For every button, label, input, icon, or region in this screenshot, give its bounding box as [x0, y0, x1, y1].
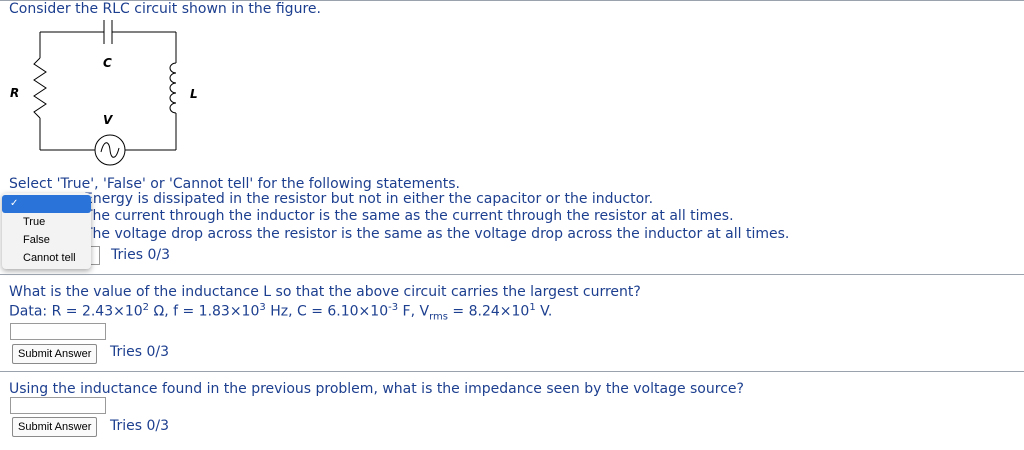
answer-dropdown-menu[interactable]: ✓ True False Cannot tell	[2, 193, 91, 269]
q2-data-c: Hz, C = 6.10×10	[265, 303, 389, 320]
dropdown-option-false-label: False	[23, 234, 50, 246]
q3-question: Using the inductance found in the previo…	[9, 381, 744, 397]
statement-2: The current through the inductor is the …	[84, 208, 734, 224]
q2-c-exponent: -3	[388, 302, 399, 313]
inductor-label: L	[190, 87, 198, 101]
q2-data-v: F, V	[398, 303, 430, 320]
q2-tries-counter: Tries 0/3	[110, 344, 170, 360]
dropdown-option-false[interactable]: False	[2, 231, 91, 249]
statement-3: The voltage drop across the resistor is …	[84, 226, 790, 242]
q3-tries-counter: Tries 0/3	[110, 418, 170, 434]
q2-submit-button[interactable]: Submit Answer	[12, 344, 98, 364]
q2-question: What is the value of the inductance L so…	[9, 284, 641, 300]
dropdown-option-true-label: True	[23, 216, 46, 228]
voltage-label: V	[103, 113, 113, 127]
q2-data-vunit: V.	[535, 303, 553, 320]
section-divider-1	[0, 274, 1024, 275]
capacitor-label: C	[103, 56, 112, 70]
dropdown-selected-blank-option[interactable]: ✓	[2, 195, 91, 213]
tries-counter-1: Tries 0/3	[111, 247, 171, 263]
dropdown-option-true[interactable]: True	[2, 213, 91, 231]
q2-answer-input[interactable]	[10, 323, 106, 340]
resistor-label: R	[10, 86, 20, 100]
section-divider-2	[0, 371, 1024, 372]
q3-answer-input[interactable]	[10, 397, 106, 414]
q2-data-vval: = 8.24×10	[447, 303, 530, 320]
intro-text: Consider the RLC circuit shown in the fi…	[9, 1, 321, 17]
q2-data-r: Data: R = 2.43×10	[9, 303, 143, 320]
rlc-circuit-diagram	[33, 20, 177, 166]
q2-data-f: Ω, f = 1.83×10	[149, 303, 260, 320]
q2-v-subscript: rms	[429, 311, 448, 323]
statement-1: Energy is dissipated in the resistor but…	[84, 191, 654, 207]
check-icon: ✓	[10, 198, 19, 209]
q3-submit-button[interactable]: Submit Answer	[12, 417, 98, 437]
dropdown-option-cannot-tell[interactable]: Cannot tell	[2, 249, 91, 267]
select-prompt: Select 'True', 'False' or 'Cannot tell' …	[9, 176, 461, 192]
dropdown-option-cannot-tell-label: Cannot tell	[23, 252, 76, 264]
q2-data-line: Data: R = 2.43×102 Ω, f = 1.83×103 Hz, C…	[9, 302, 552, 322]
